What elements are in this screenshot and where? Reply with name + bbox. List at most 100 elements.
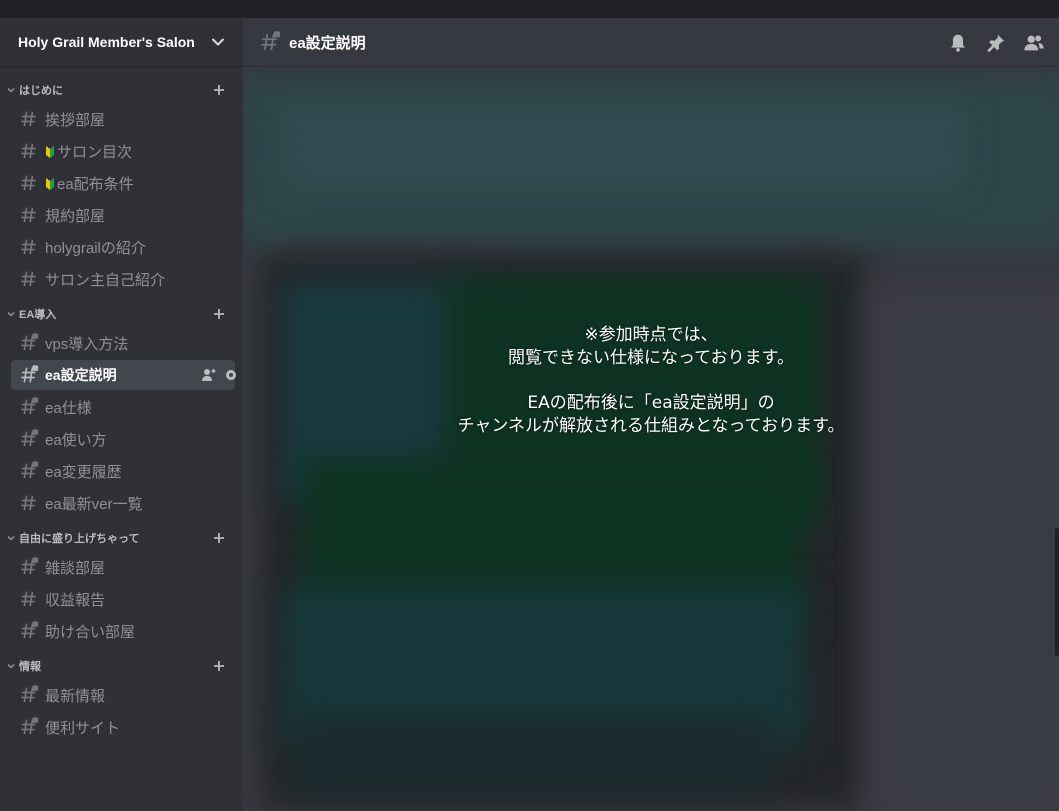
channel-actions — [201, 367, 239, 383]
beginner-leaf-icon — [46, 177, 54, 190]
channel-name: ea変更履歴 — [45, 461, 122, 482]
locked-hashtag-icon — [21, 461, 39, 479]
channel-label: 挨拶部屋 — [45, 111, 106, 129]
notice-line: 閲覧できない仕様になっております。 — [508, 348, 794, 368]
invite-icon[interactable] — [201, 367, 217, 383]
scrollbar-thumb[interactable] — [1055, 528, 1059, 656]
category-label: 情報 — [19, 661, 41, 673]
channel-label: 雑談部屋 — [45, 559, 106, 577]
channel-label: ea使い方 — [45, 431, 107, 449]
discord-app: Holy Grail Member's Salon はじめに挨拶部屋サロン目次 e… — [0, 18, 1059, 811]
chevron-down-icon — [7, 535, 15, 541]
channel-name: 収益報告 — [45, 589, 105, 610]
server-header[interactable]: Holy Grail Member's Salon — [0, 18, 243, 66]
channel-label: 収益報告 — [45, 591, 106, 609]
channel-item[interactable]: 雑談部屋 — [11, 552, 235, 582]
channel-item[interactable]: ea使い方 — [11, 424, 235, 454]
locked-hashtag-icon — [21, 717, 39, 735]
channel-title: ea設定説明 — [289, 34, 366, 52]
locked-hashtag-icon — [21, 429, 39, 447]
channel-item[interactable]: サロン主自己紹介 — [11, 264, 235, 294]
channel-name: 規約部屋 — [45, 205, 105, 226]
pin-icon[interactable] — [985, 32, 1007, 54]
category-label: はじめに — [19, 85, 63, 97]
channel-label: 便利サイト — [45, 719, 121, 737]
channel-item[interactable]: ea最新ver一覧 — [11, 488, 235, 518]
category-label: EA導入 — [19, 309, 57, 321]
channel-item[interactable]: ea設定説明 — [11, 360, 236, 390]
channel-topbar: ea設定説明 — [243, 18, 1059, 66]
locked-hashtag-icon — [21, 333, 39, 351]
blur-image-bottom — [293, 716, 773, 796]
chevron-down-icon — [7, 311, 15, 317]
channel-name: ea使い方 — [45, 429, 107, 450]
blur-strip-teal — [283, 106, 963, 186]
channel-name: 最新情報 — [45, 685, 105, 706]
category-header[interactable]: はじめに — [0, 78, 243, 102]
channel-item[interactable]: vps導入方法 — [11, 328, 235, 358]
channel-name: サロン目次 — [45, 141, 132, 162]
channel-label: 最新情報 — [45, 687, 106, 705]
beginner-leaf-icon — [46, 145, 54, 158]
topbar-icons — [947, 32, 1045, 54]
channel-item[interactable]: ea配布条件 — [11, 168, 235, 198]
channel-label: ea仕様 — [45, 399, 92, 417]
channel-label: ea設定説明 — [45, 367, 117, 383]
main-content: ea設定説明 ※参加時点では、 閲覧できない仕様になっております。 EAの配布後… — [243, 18, 1059, 811]
channel-name: ea仕様 — [45, 397, 92, 418]
channel-name: 助け合い部屋 — [45, 621, 135, 642]
hashtag-icon — [21, 207, 36, 223]
channel-item[interactable]: holygrailの紹介 — [11, 232, 235, 262]
locked-hashtag-icon — [21, 557, 39, 575]
channel-label: ea配布条件 — [57, 175, 134, 193]
channel-name: vps導入方法 — [45, 333, 128, 354]
hashtag-icon — [21, 271, 36, 287]
channel-list: はじめに挨拶部屋サロン目次 ea配布条件規約部屋 holygrailの紹介サロン主自… — [0, 78, 243, 744]
locked-hashtag-icon — [21, 397, 39, 415]
channel-item[interactable]: 挨拶部屋 — [11, 104, 235, 134]
hashtag-icon — [21, 591, 36, 607]
plus-icon[interactable] — [213, 84, 225, 96]
channel-item[interactable]: 規約部屋 — [11, 200, 235, 230]
hashtag-icon — [21, 495, 36, 511]
channel-label: 規約部屋 — [45, 207, 106, 225]
locked-hashtag-icon — [261, 31, 281, 51]
plus-icon[interactable] — [213, 660, 225, 672]
access-notice: ※参加時点では、 閲覧できない仕様になっております。 EAの配布後に「ea設定説… — [243, 324, 1059, 438]
server-name: Holy Grail Member's Salon — [18, 34, 195, 50]
channel-name: ea配布条件 — [45, 173, 134, 194]
channel-sidebar: Holy Grail Member's Salon はじめに挨拶部屋サロン目次 e… — [0, 18, 243, 811]
category-label: 自由に盛り上げちゃって — [19, 533, 140, 545]
channel-item[interactable]: ea仕様 — [11, 392, 235, 422]
plus-icon[interactable] — [213, 308, 225, 320]
category-header[interactable]: 情報 — [0, 654, 243, 678]
channel-item[interactable]: 助け合い部屋 — [11, 616, 235, 646]
channel-item[interactable]: サロン目次 — [11, 136, 235, 166]
notice-line: ※参加時点では、 — [584, 325, 718, 345]
category-header[interactable]: EA導入 — [0, 302, 243, 326]
channel-label: vps導入方法 — [45, 335, 129, 353]
bell-icon[interactable] — [947, 32, 969, 54]
members-icon[interactable] — [1023, 32, 1045, 54]
channel-name: ea最新ver一覧 — [45, 493, 143, 514]
plus-icon[interactable] — [213, 532, 225, 544]
channel-item[interactable]: 収益報告 — [11, 584, 235, 614]
locked-hashtag-icon — [21, 365, 39, 383]
gear-icon[interactable] — [223, 367, 239, 383]
notice-line: EAの配布後に「ea設定説明」の — [527, 393, 775, 413]
channel-label: サロン主自己紹介 — [45, 271, 166, 289]
notice-line: チャンネルが解放される仕組みとなっております。 — [457, 416, 845, 436]
hashtag-icon — [21, 175, 36, 191]
hashtag-icon — [21, 143, 36, 159]
channel-label: holygrailの紹介 — [45, 239, 146, 257]
locked-hashtag-icon — [21, 685, 39, 703]
hashtag-icon — [21, 111, 36, 127]
channel-name: holygrailの紹介 — [45, 237, 146, 258]
hashtag-icon — [21, 239, 36, 255]
channel-name: ea設定説明 — [45, 365, 117, 385]
channel-item[interactable]: 最新情報 — [11, 680, 235, 710]
channel-item[interactable]: 便利サイト — [11, 712, 235, 742]
channel-label: ea変更履歴 — [45, 463, 122, 481]
channel-item[interactable]: ea変更履歴 — [11, 456, 235, 486]
category-header[interactable]: 自由に盛り上げちゃって — [0, 526, 243, 550]
